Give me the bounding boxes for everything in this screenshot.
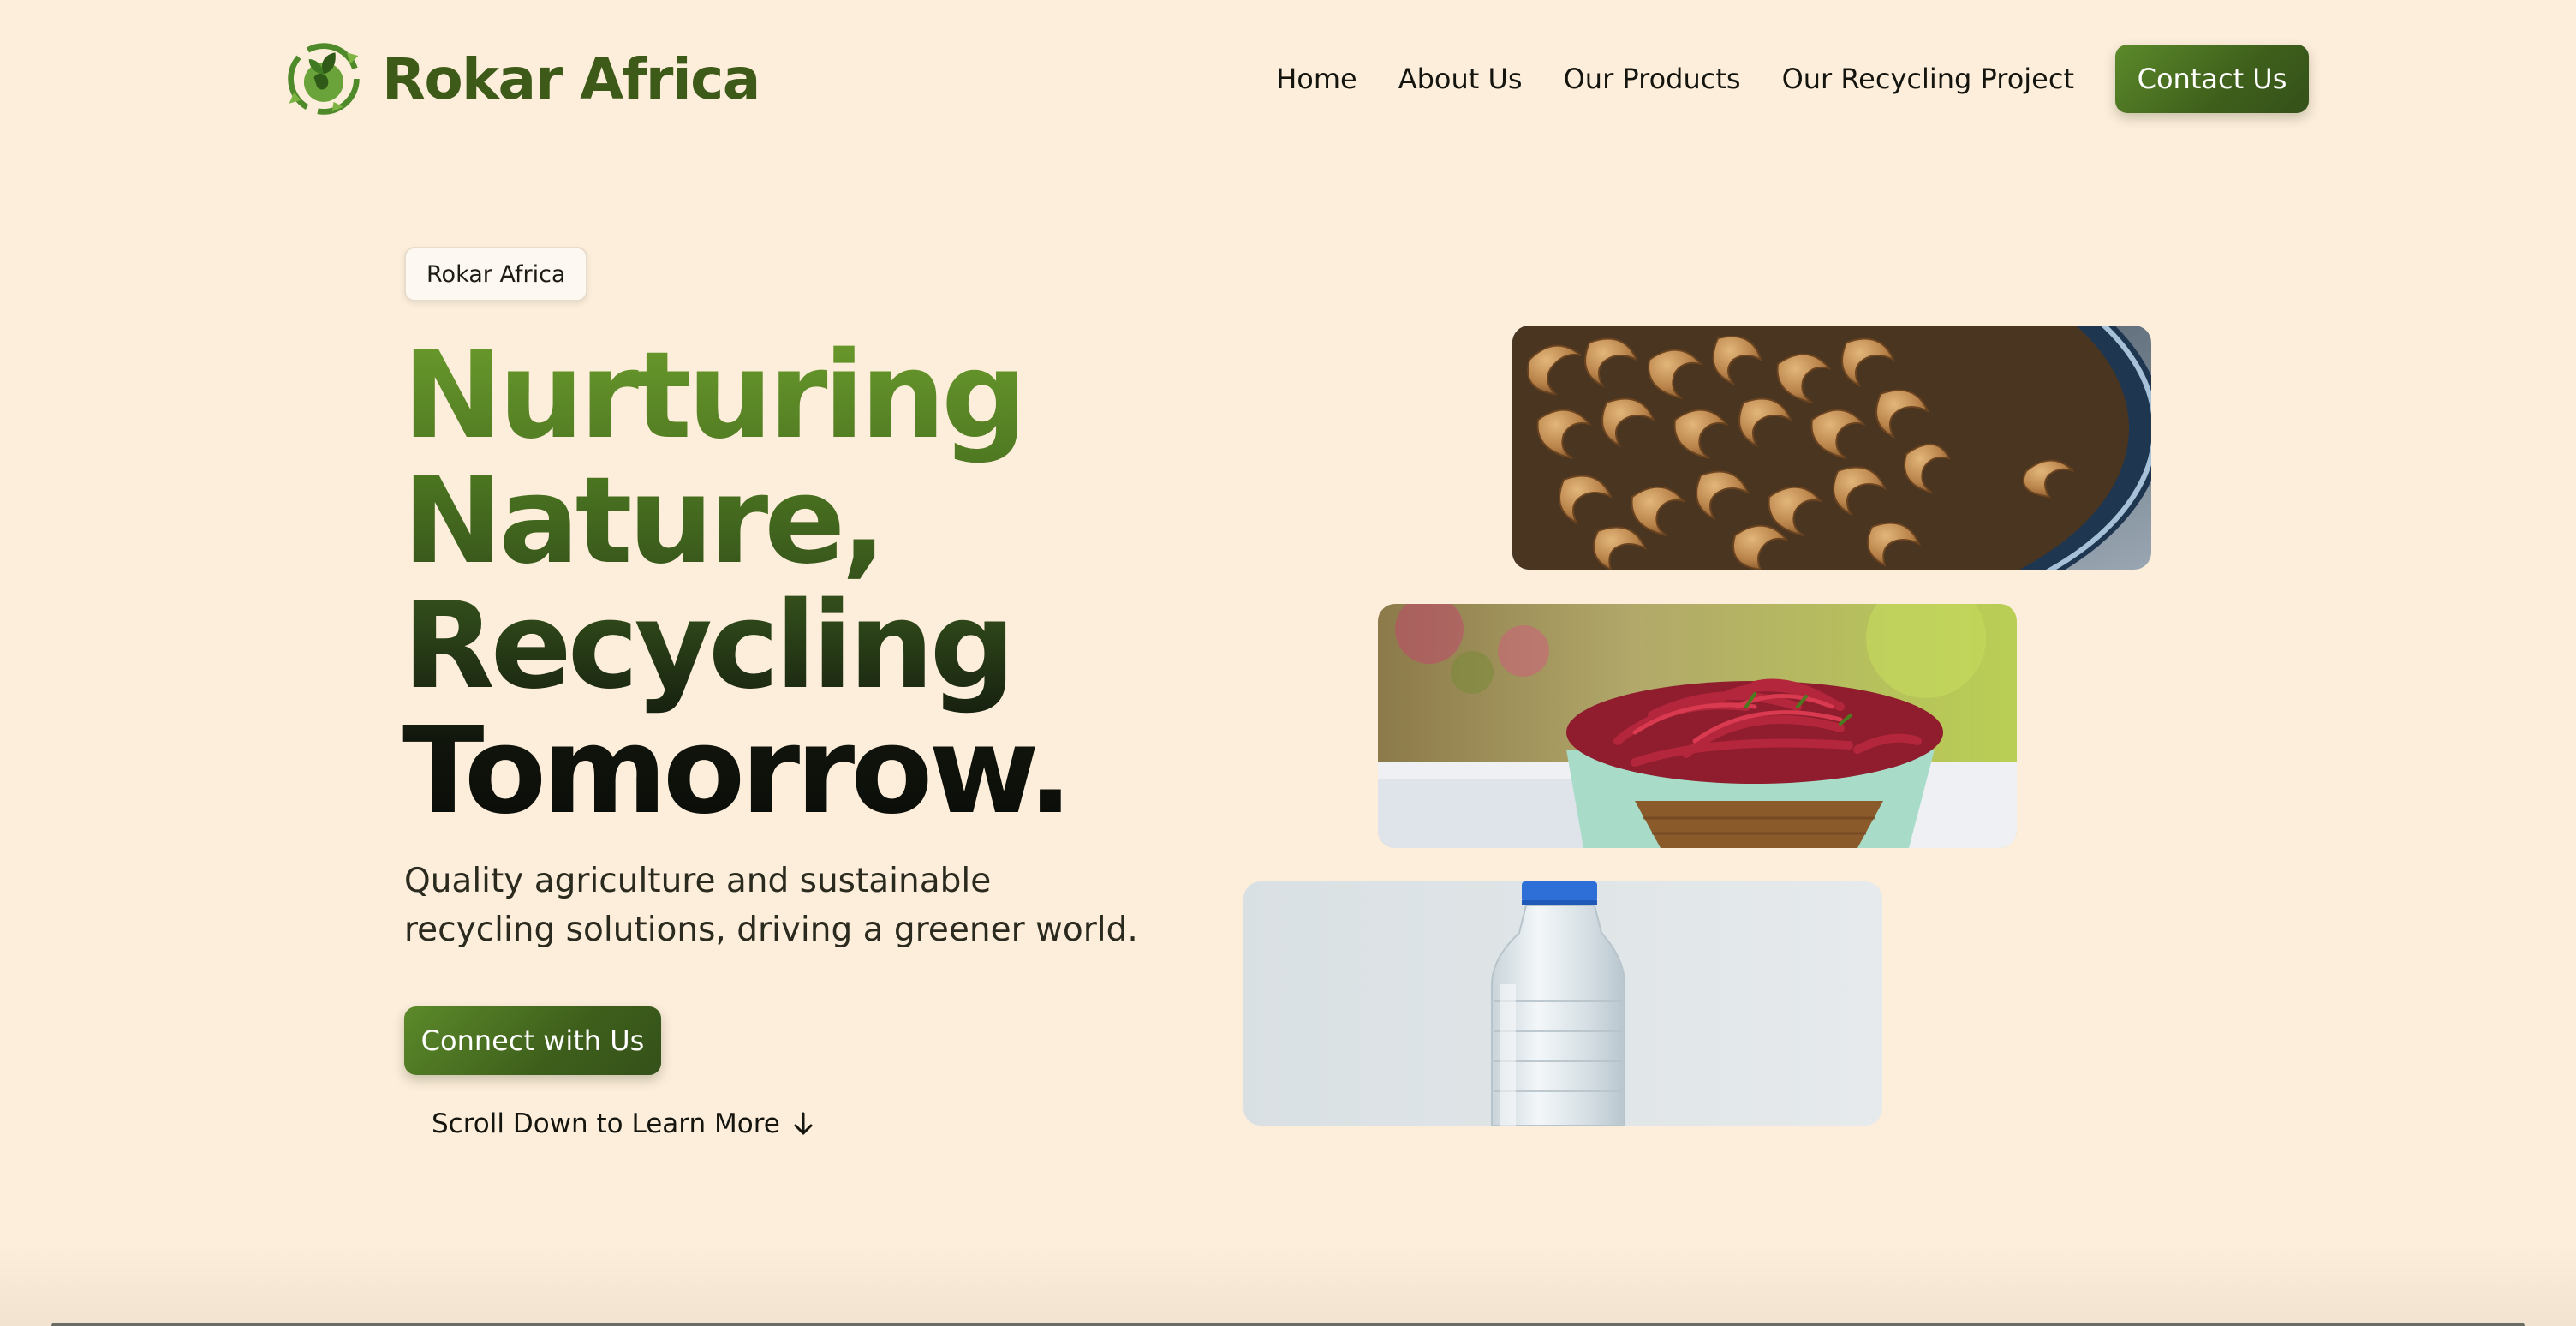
- hero-badge: Rokar Africa: [404, 247, 588, 302]
- hero-subtitle: Quality agriculture and sustainable recy…: [404, 862, 1138, 949]
- connect-with-us-button[interactable]: Connect with Us: [404, 1006, 661, 1075]
- bottom-section-shadow: [0, 1242, 2576, 1326]
- brand-logo[interactable]: Rokar Africa: [283, 34, 760, 123]
- nav-our-recycling-project[interactable]: Our Recycling Project: [1782, 63, 2074, 95]
- chillies-image: [1378, 604, 2017, 848]
- next-section-edge: [51, 1323, 2525, 1326]
- hero-headline: Nurturing Nature, Recycling Tomorrow.: [402, 334, 1069, 834]
- scroll-down-label: Scroll Down to Learn More: [432, 1108, 780, 1139]
- main-nav: Home About Us Our Products Our Recycling…: [1276, 34, 2309, 123]
- headline-line-1: Nurturing: [402, 326, 1023, 466]
- headline-line-4: Tomorrow.: [402, 702, 1069, 841]
- headline-line-3: Recycling: [402, 576, 1011, 716]
- scroll-down-link[interactable]: Scroll Down to Learn More: [432, 1105, 814, 1143]
- cashews-image: [1512, 326, 2151, 570]
- arrow-down-icon: [794, 1112, 813, 1135]
- bottle-image: [1243, 881, 1882, 1126]
- nav-home[interactable]: Home: [1276, 63, 1357, 95]
- nav-our-products[interactable]: Our Products: [1564, 63, 1741, 95]
- recycle-leaf-globe-icon: [288, 43, 360, 115]
- headline-line-2: Nature,: [402, 451, 883, 591]
- brand-name: Rokar Africa: [382, 45, 760, 112]
- contact-us-button[interactable]: Contact Us: [2115, 45, 2309, 113]
- nav-about-us[interactable]: About Us: [1398, 63, 1523, 95]
- site-header: Rokar Africa Home About Us Our Products …: [283, 34, 2309, 123]
